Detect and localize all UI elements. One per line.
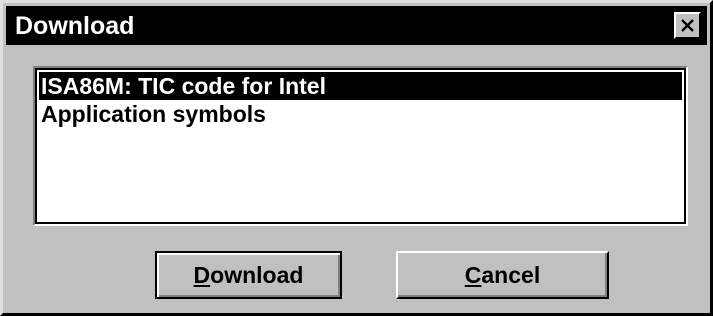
close-button[interactable]: [674, 12, 701, 39]
download-button-label: ownload: [210, 262, 304, 288]
download-target-list[interactable]: ISA86M: TIC code for Intel Application s…: [33, 66, 688, 226]
list-item-label: Application symbols: [41, 101, 266, 127]
close-icon: [681, 19, 694, 32]
list-item[interactable]: ISA86M: TIC code for Intel: [39, 72, 682, 100]
window-title: Download: [15, 12, 135, 40]
cancel-button-label: ancel: [481, 262, 541, 288]
download-dialog: Download ISA86M: TIC code for Intel Appl…: [0, 0, 713, 316]
list-item[interactable]: Application symbols: [39, 100, 682, 128]
download-button-mnemonic: D: [193, 262, 211, 288]
download-button[interactable]: Download: [155, 251, 342, 299]
list-item-label: ISA86M: TIC code for Intel: [41, 73, 326, 99]
title-bar[interactable]: Download: [6, 6, 707, 45]
list-items-container: ISA86M: TIC code for Intel Application s…: [39, 72, 682, 128]
cancel-button[interactable]: Cancel: [396, 251, 609, 299]
cancel-button-mnemonic: C: [464, 262, 482, 288]
